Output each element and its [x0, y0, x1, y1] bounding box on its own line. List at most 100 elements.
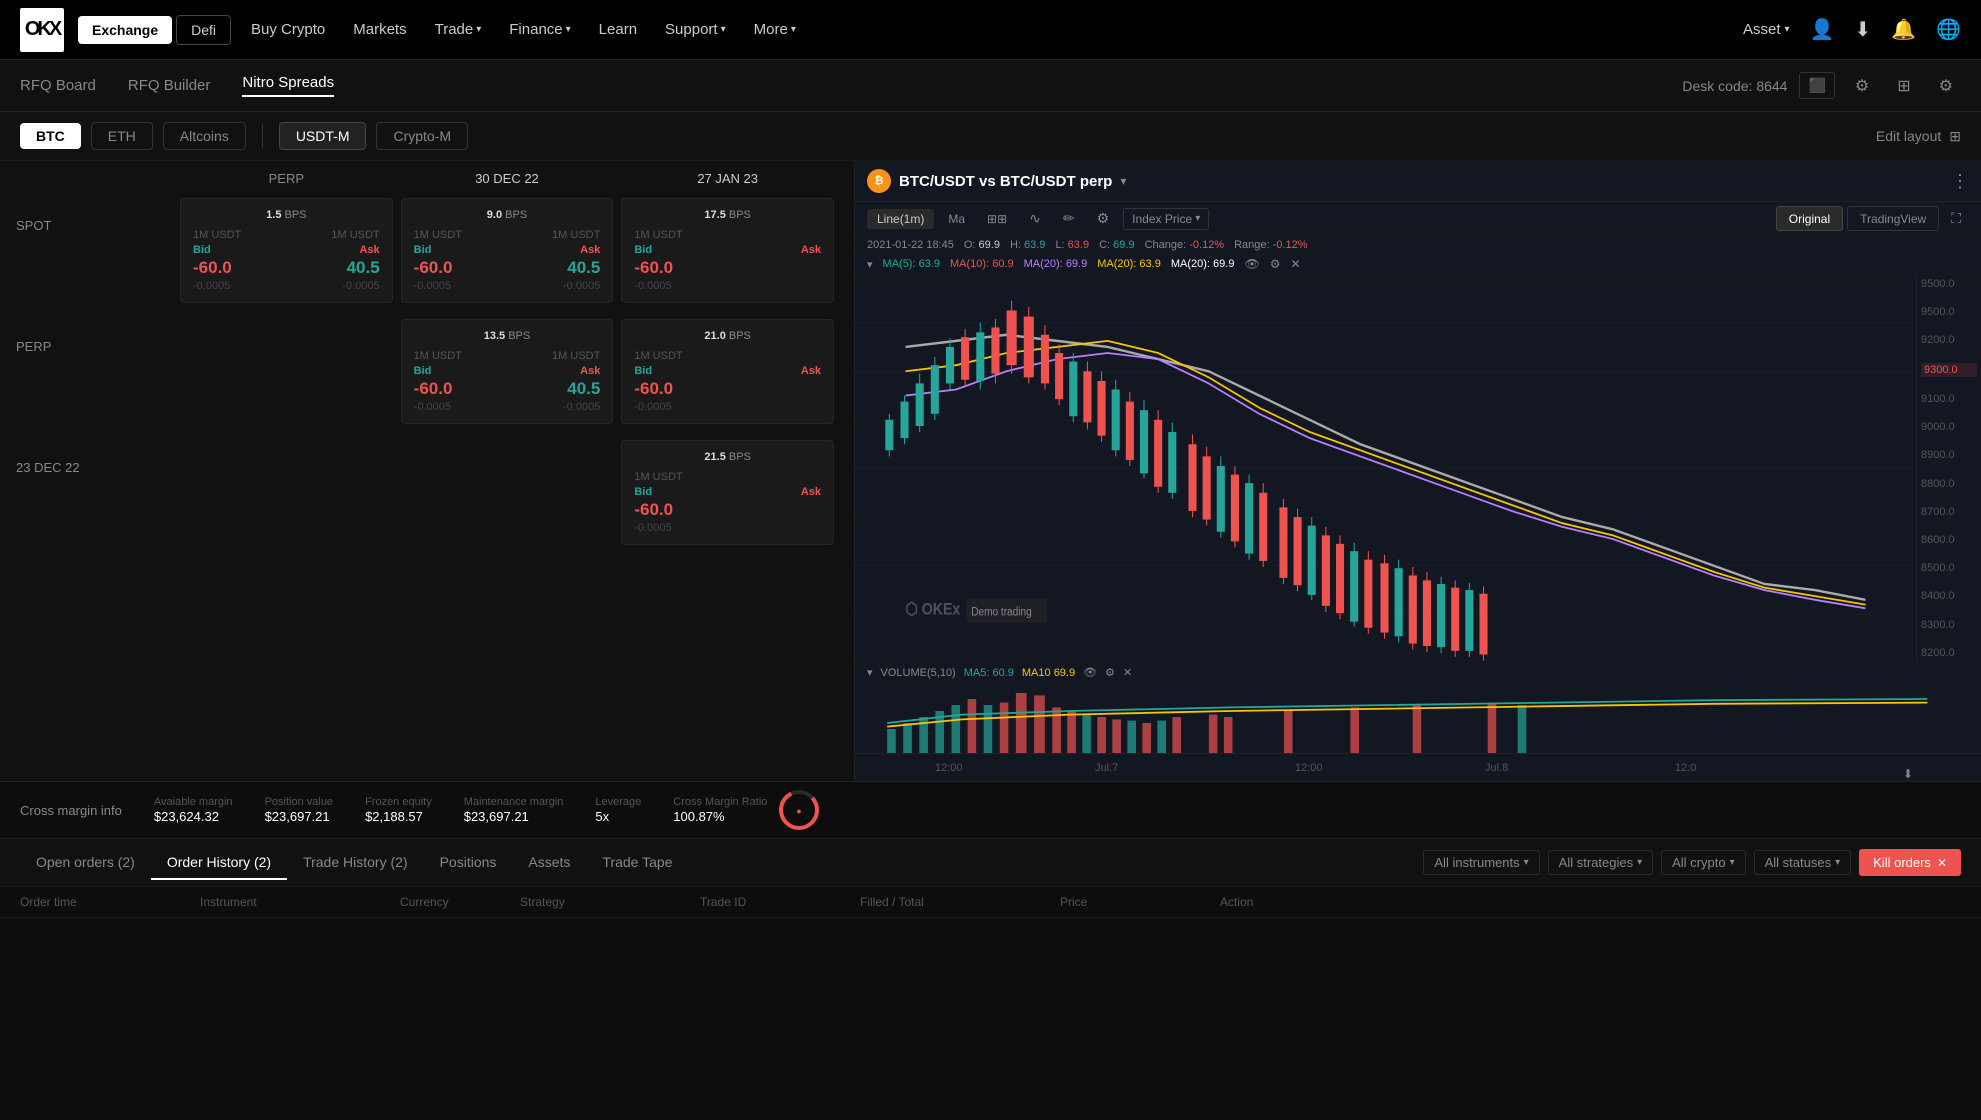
nav-tab-defi[interactable]: Defi: [176, 15, 231, 45]
price-scale: 9500.0 9500.0 9200.0 9300.0 9100.0 9000.…: [1916, 274, 1981, 663]
chart-panel: ₿ BTC/USDT vs BTC/USDT perp ▾ ⋮ Line(1m)…: [855, 161, 1981, 781]
ma-btn[interactable]: Ma: [940, 209, 973, 229]
nav-link-learn[interactable]: Learn: [599, 21, 637, 38]
logo[interactable]: OKX: [20, 8, 64, 52]
chart-high: H: 63.9: [1010, 239, 1045, 251]
svg-text:●: ●: [797, 806, 802, 816]
settings-icon-btn[interactable]: ⚙: [1847, 72, 1877, 100]
index-price-dropdown[interactable]: Index Price▾: [1123, 208, 1209, 230]
ma10-label: MA(10): 60.9: [950, 258, 1014, 270]
settings2-icon-btn[interactable]: ⚙: [1931, 72, 1961, 100]
all-strategies-dropdown[interactable]: All strategies▾: [1548, 850, 1653, 875]
filter-crypto-m[interactable]: Crypto-M: [376, 122, 468, 150]
nav-link-trade[interactable]: Trade▾: [435, 21, 482, 38]
tradingview-btn[interactable]: TradingView: [1847, 206, 1939, 231]
ma-settings-btn[interactable]: ⚙: [1270, 257, 1281, 271]
vol-settings-btn[interactable]: ⚙: [1105, 666, 1115, 679]
spread-cell-perp-27jan[interactable]: 21.0 BPS 1M USDT BidAsk -60.0 -0.0005: [621, 319, 834, 424]
th-trade-id: Trade ID: [700, 895, 860, 909]
chart-symbol[interactable]: BTC/USDT vs BTC/USDT perp: [899, 173, 1112, 190]
nav-link-more[interactable]: More▾: [754, 21, 796, 38]
chart-collapse-btn[interactable]: ⬇: [1903, 767, 1913, 781]
chart-icon-btn[interactable]: ⬛: [1799, 72, 1834, 99]
spread-cell-spot-27jan[interactable]: 17.5 BPS 1M USDT BidAsk -60.0 -0.0005: [621, 198, 834, 303]
tab-assets[interactable]: Assets: [512, 846, 586, 880]
volume-label: VOLUME(5,10): [881, 667, 956, 679]
available-margin: Avaiable margin $23,624.32: [154, 796, 233, 824]
edit-layout-btn[interactable]: Edit layout: [1876, 128, 1941, 144]
chart-more-btn[interactable]: ⋮: [1951, 171, 1969, 192]
cross-margin-label: Cross margin info: [20, 803, 122, 818]
expand-icon[interactable]: ⊞: [1949, 128, 1961, 145]
all-crypto-dropdown[interactable]: All crypto▾: [1661, 850, 1746, 875]
tab-trade-tape[interactable]: Trade Tape: [586, 846, 688, 880]
bell-icon[interactable]: 🔔: [1891, 17, 1916, 42]
nav-link-markets[interactable]: Markets: [353, 21, 406, 38]
volume-area: ▾ VOLUME(5,10) MA5: 60.9 MA10 69.9 👁 ⚙ ✕: [855, 663, 1981, 753]
ma-visibility-btn[interactable]: 👁: [1244, 257, 1259, 271]
leverage: Leverage 5x: [595, 796, 641, 824]
tab-order-history[interactable]: Order History (2): [151, 846, 287, 880]
kill-orders-btn[interactable]: Kill orders ✕: [1859, 849, 1961, 876]
th-currency: Currency: [400, 895, 520, 909]
line-tool-btn[interactable]: ∿: [1021, 207, 1049, 230]
chart-open: O: 69.9: [964, 239, 1000, 251]
nav-link-finance[interactable]: Finance▾: [509, 21, 570, 38]
btc-icon: ₿: [867, 169, 891, 193]
subnav-rfq-builder[interactable]: RFQ Builder: [128, 77, 211, 94]
fullscreen-btn[interactable]: ⛶: [1943, 206, 1969, 231]
th-order-time: Order time: [20, 895, 200, 909]
draw-tool-btn[interactable]: ✏: [1055, 207, 1083, 230]
filter-btc[interactable]: BTC: [20, 123, 81, 149]
user-icon[interactable]: 👤: [1810, 17, 1835, 42]
row-label-perp: PERP: [16, 315, 176, 354]
vol-close-btn[interactable]: ✕: [1123, 666, 1132, 679]
chart-low: L: 63.9: [1055, 239, 1089, 251]
nav-link-buy-crypto[interactable]: Buy Crypto: [251, 21, 325, 38]
ma20-1-label: MA(20): 69.9: [1024, 258, 1088, 270]
download-icon[interactable]: ⬇: [1854, 17, 1871, 42]
original-view-btn[interactable]: Original: [1776, 206, 1843, 231]
timeframe-btn[interactable]: Line(1m): [867, 209, 934, 229]
col-header-30dec: 30 DEC 22: [397, 171, 618, 186]
position-value: Position value $23,697.21: [265, 796, 334, 824]
ma-expand-btn[interactable]: ▾: [867, 258, 873, 271]
th-filled-total: Filled / Total: [860, 895, 1060, 909]
tab-positions[interactable]: Positions: [424, 846, 513, 880]
volume-expand[interactable]: ▾: [867, 666, 873, 679]
volume-ma10: MA10 69.9: [1022, 667, 1075, 679]
col-header-perp: PERP: [176, 171, 397, 186]
filter-eth[interactable]: ETH: [91, 122, 153, 150]
gear2-icon-btn[interactable]: ⊞: [1889, 72, 1918, 100]
subnav-nitro-spreads[interactable]: Nitro Spreads: [242, 74, 334, 97]
all-instruments-dropdown[interactable]: All instruments▾: [1423, 850, 1539, 875]
ma20-2-label: MA(20): 63.9: [1097, 258, 1161, 270]
nav-link-support[interactable]: Support▾: [665, 21, 726, 38]
bottom-tabs-bar: Open orders (2) Order History (2) Trade …: [0, 839, 1981, 887]
subnav-rfq-board[interactable]: RFQ Board: [20, 77, 96, 94]
tab-trade-history[interactable]: Trade History (2): [287, 846, 424, 880]
settings-chart-btn[interactable]: ⚙: [1089, 207, 1118, 230]
all-statuses-dropdown[interactable]: All statuses▾: [1754, 850, 1852, 875]
cross-margin-ratio: Cross Margin Ratio 100.87% ●: [673, 786, 823, 834]
top-nav: OKX Exchange Defi Buy Crypto Markets Tra…: [0, 0, 1981, 60]
asset-button[interactable]: Asset▾: [1743, 21, 1790, 38]
spread-cell-perp-30dec[interactable]: 13.5 BPS 1M USDT1M USDT BidAsk -60.040.5…: [401, 319, 614, 424]
spread-cell-spot-perp[interactable]: 1.5 BPS 1M USDT1M USDT BidAsk -60.040.5 …: [180, 198, 393, 303]
chart-range: Range: -0.12%: [1234, 239, 1307, 251]
filter-usdt-m[interactable]: USDT-M: [279, 122, 367, 150]
spread-cell-spot-30dec[interactable]: 9.0 BPS 1M USDT1M USDT BidAsk -60.040.5 …: [401, 198, 614, 303]
spread-cell-23dec-27jan[interactable]: 21.5 BPS 1M USDT BidAsk -60.0 -0.0005: [621, 440, 834, 545]
filter-altcoins[interactable]: Altcoins: [163, 122, 246, 150]
vol-eye-btn[interactable]: 👁: [1083, 666, 1097, 679]
nav-tab-exchange[interactable]: Exchange: [78, 16, 172, 44]
tab-open-orders[interactable]: Open orders (2): [20, 846, 151, 880]
chart-symbol-chevron[interactable]: ▾: [1120, 174, 1126, 188]
globe-icon[interactable]: 🌐: [1936, 17, 1961, 42]
row-label-spot: SPOT: [16, 194, 176, 233]
desk-code: Desk code: 8644: [1682, 78, 1787, 94]
svg-text:Demo trading: Demo trading: [971, 606, 1032, 619]
ma-close-btn[interactable]: ✕: [1290, 257, 1300, 271]
chart-canvas: ⬡ OKEx Demo trading: [855, 274, 1916, 663]
indicator2-btn[interactable]: ⊞⊞: [979, 209, 1015, 229]
